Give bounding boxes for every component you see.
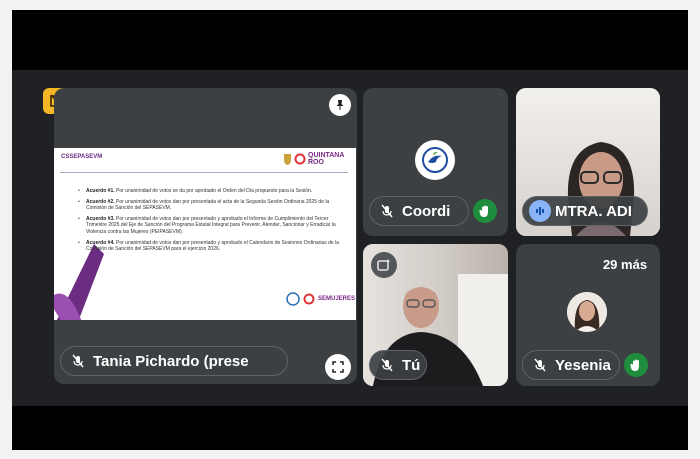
participant-name-pill: Coordi [369, 196, 469, 226]
fullscreen-button[interactable] [325, 354, 351, 380]
presenter-name-pill: Tania Pichardo (prese [60, 346, 288, 376]
pin-button[interactable] [329, 94, 351, 116]
shared-slide: CSSEPASEVM QUINTANA ROO Acuerdo #1. Por … [54, 148, 356, 320]
presentation-tile[interactable]: CSSEPASEVM QUINTANA ROO Acuerdo #1. Por … [54, 88, 357, 384]
footer-logo-text: SEMUJERES [318, 296, 356, 302]
seal-icon [286, 292, 300, 306]
q-logo-icon [294, 153, 306, 165]
agreements-list: Acuerdo #1. Por unanimidad de votos se d… [78, 188, 348, 257]
participant-tile-self[interactable]: Tú [363, 244, 508, 386]
participant-tile-mtra[interactable]: MTRA. ADI [516, 88, 660, 236]
participant-name-pill: Yesenia [522, 350, 620, 380]
pin-icon [336, 100, 344, 110]
mic-off-icon [376, 200, 398, 222]
q-logo-icon [303, 293, 315, 305]
avatar [415, 140, 455, 180]
participant-tile-coordinacion[interactable]: Coordi [363, 88, 508, 236]
slide-header-tag: CSSEPASEVM [61, 154, 103, 160]
meeting-window: CSSEPASEVM QUINTANA ROO Acuerdo #1. Por … [12, 10, 688, 450]
mic-off-icon [67, 350, 89, 372]
more-participants-badge[interactable]: 29 más [596, 252, 654, 276]
logo-text: QUINTANA ROO [308, 152, 345, 166]
quintana-roo-logo: QUINTANA ROO [283, 152, 348, 166]
avatar [567, 292, 607, 332]
slide-divider [60, 172, 348, 173]
participant-name-pill: Tú [369, 350, 427, 380]
raised-hand-icon [473, 199, 497, 223]
raised-hand-icon [624, 353, 648, 377]
dove-logo-icon [422, 147, 448, 173]
visual-effects-icon [377, 259, 390, 271]
agreement-item: Acuerdo #3. Por unanimidad de votos dan … [78, 216, 348, 236]
participant-tile-yesenia[interactable]: 29 más Yesenia [516, 244, 660, 386]
mic-off-icon [529, 354, 551, 376]
footer-logos: SEMUJERES [286, 292, 355, 306]
effects-button[interactable] [371, 252, 397, 278]
coat-of-arms-icon [284, 154, 291, 165]
agreement-item: Acuerdo #4. Por unanimidad de votos dan … [78, 240, 348, 253]
mic-off-icon [376, 354, 398, 376]
speaking-indicator-icon [529, 200, 551, 222]
avatar-photo [567, 292, 607, 332]
agreement-item: Acuerdo #2. Por unanimidad de votos dan … [78, 199, 348, 212]
participant-name-pill: MTRA. ADI [522, 196, 648, 226]
fullscreen-icon [332, 361, 344, 373]
agreement-item: Acuerdo #1. Por unanimidad de votos se d… [78, 188, 348, 195]
